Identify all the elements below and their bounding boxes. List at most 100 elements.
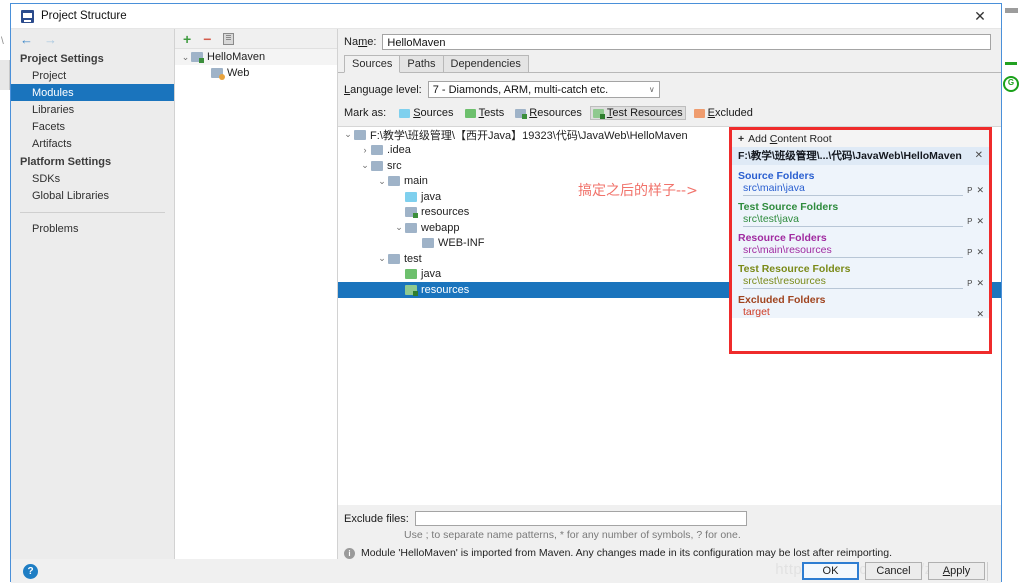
module-tree-row[interactable]: Web (175, 65, 337, 81)
sidebar-item-global-libraries[interactable]: Global Libraries (11, 187, 174, 204)
sidebar-group-list: Project Settings Project Modules Libraries F… (11, 49, 174, 204)
forward-arrow-icon[interactable]: → (44, 33, 57, 46)
chevron-down-icon: ∨ (648, 85, 655, 94)
maven-import-message-text: Module 'HelloMaven' is imported from Mav… (361, 547, 893, 559)
mark-as-label-text: Resources (529, 107, 582, 119)
tab-dependencies[interactable]: Dependencies (442, 55, 529, 72)
remove-module-icon[interactable]: − (203, 32, 211, 46)
mark-as-label-text: Test Resources (606, 107, 683, 119)
mark-as-label-text: Sources (413, 107, 454, 119)
sidebar-item-problems[interactable]: Problems (11, 220, 174, 237)
folder-icon (354, 129, 366, 140)
folder-group-title: Test Resource Folders (738, 263, 851, 275)
folder-group-title: Test Source Folders (738, 201, 839, 213)
sidebar-nav-arrows: ← → (11, 29, 174, 49)
content-root-detail-highlight: + Add Content Root F:\教学\班级管理\...\代码\Jav… (729, 127, 992, 354)
cancel-button[interactable]: Cancel (865, 562, 922, 580)
package-prefix-icon[interactable]: P (967, 279, 972, 288)
help-icon[interactable]: ? (23, 563, 38, 579)
folder-group-title: Source Folders (738, 170, 815, 182)
content-root-detail-panel: + Add Content Root F:\教学\班级管理\...\代码\Jav… (732, 130, 989, 320)
footer-button-group: OK Cancel Apply (802, 562, 985, 580)
folder-entry-row[interactable]: src\main\java P ✕ (732, 182, 989, 196)
module-list-panel: + − ⌄ HelloMaven Web (175, 29, 338, 559)
globe-icon: G (1003, 76, 1019, 92)
sidebar-item-modules[interactable]: Modules (11, 84, 174, 101)
chevron-down-icon[interactable]: ⌄ (376, 176, 388, 187)
folder-icon (388, 253, 400, 264)
background-scrollbar-thumb[interactable] (1005, 8, 1018, 13)
module-tree-row-label: Web (227, 67, 250, 79)
tab-paths[interactable]: Paths (399, 55, 444, 72)
folder-group-title: Resource Folders (738, 232, 827, 244)
content-root-path: F:\教学\班级管理\...\代码\JavaWeb\HelloMaven (738, 150, 962, 162)
tab-sources[interactable]: Sources (344, 55, 401, 73)
source-tree-row-label: .idea (387, 144, 411, 157)
folder-icon (371, 145, 383, 156)
package-prefix-icon[interactable]: P (967, 217, 972, 226)
module-name-row: Name: HelloMaven (338, 29, 1001, 55)
module-folder-icon (191, 52, 204, 63)
module-tree-row[interactable]: ⌄ HelloMaven (175, 49, 337, 65)
remove-folder-icon[interactable]: ✕ (976, 247, 984, 258)
sources-tabs: Sources Paths Dependencies (338, 55, 1001, 73)
remove-folder-icon[interactable]: ✕ (976, 216, 984, 227)
mark-as-test-resources[interactable]: Test Resources (589, 106, 686, 120)
source-tree-row-label: webapp (421, 221, 460, 234)
mark-as-label-text: Excluded (707, 107, 753, 119)
module-name-label: Name: (344, 36, 377, 48)
sidebar-item-project[interactable]: Project (11, 67, 174, 84)
dialog-footer: ? https://blog.csdn.net/zupti_rl OKCance… (11, 559, 1001, 583)
back-arrow-icon[interactable]: ← (20, 33, 33, 46)
mark-as-tests[interactable]: Tests (462, 106, 508, 120)
folder-entry-row[interactable]: src\main\resources P ✕ (732, 244, 989, 258)
settings-sidebar: ← → Project Settings Project Modules Librar… (11, 29, 175, 559)
source-tree-row-label: src (387, 159, 402, 172)
package-prefix-icon[interactable]: P (967, 186, 972, 195)
sidebar-item-libraries[interactable]: Libraries (11, 101, 174, 118)
mark-as-label: Mark as: (344, 107, 387, 119)
mark-as-sources[interactable]: Sources (396, 106, 456, 120)
folder-entry-row[interactable]: src\test\java P ✕ (732, 213, 989, 227)
chevron-down-icon[interactable]: ⌄ (342, 129, 354, 140)
copy-module-icon[interactable] (223, 32, 235, 45)
sidebar-item-facets[interactable]: Facets (11, 118, 174, 135)
dialog-body: ← → Project Settings Project Modules Librar… (11, 29, 1001, 559)
sidebar-item-sdks[interactable]: SDKs (11, 170, 174, 187)
language-level-select[interactable]: 7 - Diamonds, ARM, multi-catch etc. ∨ (427, 81, 660, 98)
chevron-down-icon[interactable]: ⌄ (359, 160, 371, 171)
content-root-path-row[interactable]: F:\教学\班级管理\...\代码\JavaWeb\HelloMaven ✕ (732, 147, 989, 165)
close-icon[interactable]: ✕ (967, 7, 993, 25)
mark-as-excluded[interactable]: Excluded (691, 106, 756, 120)
add-content-root-button[interactable]: + Add Content Root (732, 130, 989, 147)
ok-button[interactable]: OK (802, 562, 859, 580)
chevron-down-icon[interactable]: ⌄ (180, 52, 191, 63)
footer-divider (987, 562, 988, 581)
dialog-titlebar: Project Structure ✕ (11, 4, 1001, 29)
mark-as-label-text: Tests (478, 107, 505, 119)
exclude-files-hint: Use ; to separate name patterns, * for a… (404, 529, 741, 541)
mark-as-resources[interactable]: Resources (512, 106, 585, 120)
package-prefix-icon[interactable]: P (967, 248, 972, 257)
folder-entry-row[interactable]: src\test\resources P ✕ (732, 275, 989, 289)
sidebar-item-artifacts[interactable]: Artifacts (11, 135, 174, 152)
exclude-files-row: Exclude files: (338, 505, 1001, 526)
apply-button[interactable]: Apply (928, 562, 985, 580)
folder-icon (405, 284, 418, 296)
module-list-toolbar: + − (175, 29, 337, 49)
add-module-icon[interactable]: + (183, 32, 191, 46)
module-tree: ⌄ HelloMaven Web (175, 49, 337, 81)
chevron-down-icon[interactable]: ⌄ (393, 222, 405, 233)
project-structure-dialog: Project Structure ✕ ← → Project Settings… (10, 3, 1002, 583)
source-tree-row-label: WEB-INF (438, 237, 485, 250)
chevron-down-icon[interactable]: ⌄ (376, 253, 388, 264)
remove-folder-icon[interactable]: ✕ (976, 278, 984, 289)
module-name-input[interactable]: HelloMaven (382, 34, 991, 50)
remove-folder-icon[interactable]: ✕ (976, 185, 984, 196)
folder-entry-path: src\main\java (743, 182, 964, 196)
source-tree-row-label: java (421, 268, 442, 281)
exclude-files-input[interactable] (414, 511, 747, 526)
remove-content-root-icon[interactable]: ✕ (975, 150, 983, 161)
background-left-panel (0, 60, 10, 90)
chevron-right-icon[interactable]: › (359, 145, 371, 155)
